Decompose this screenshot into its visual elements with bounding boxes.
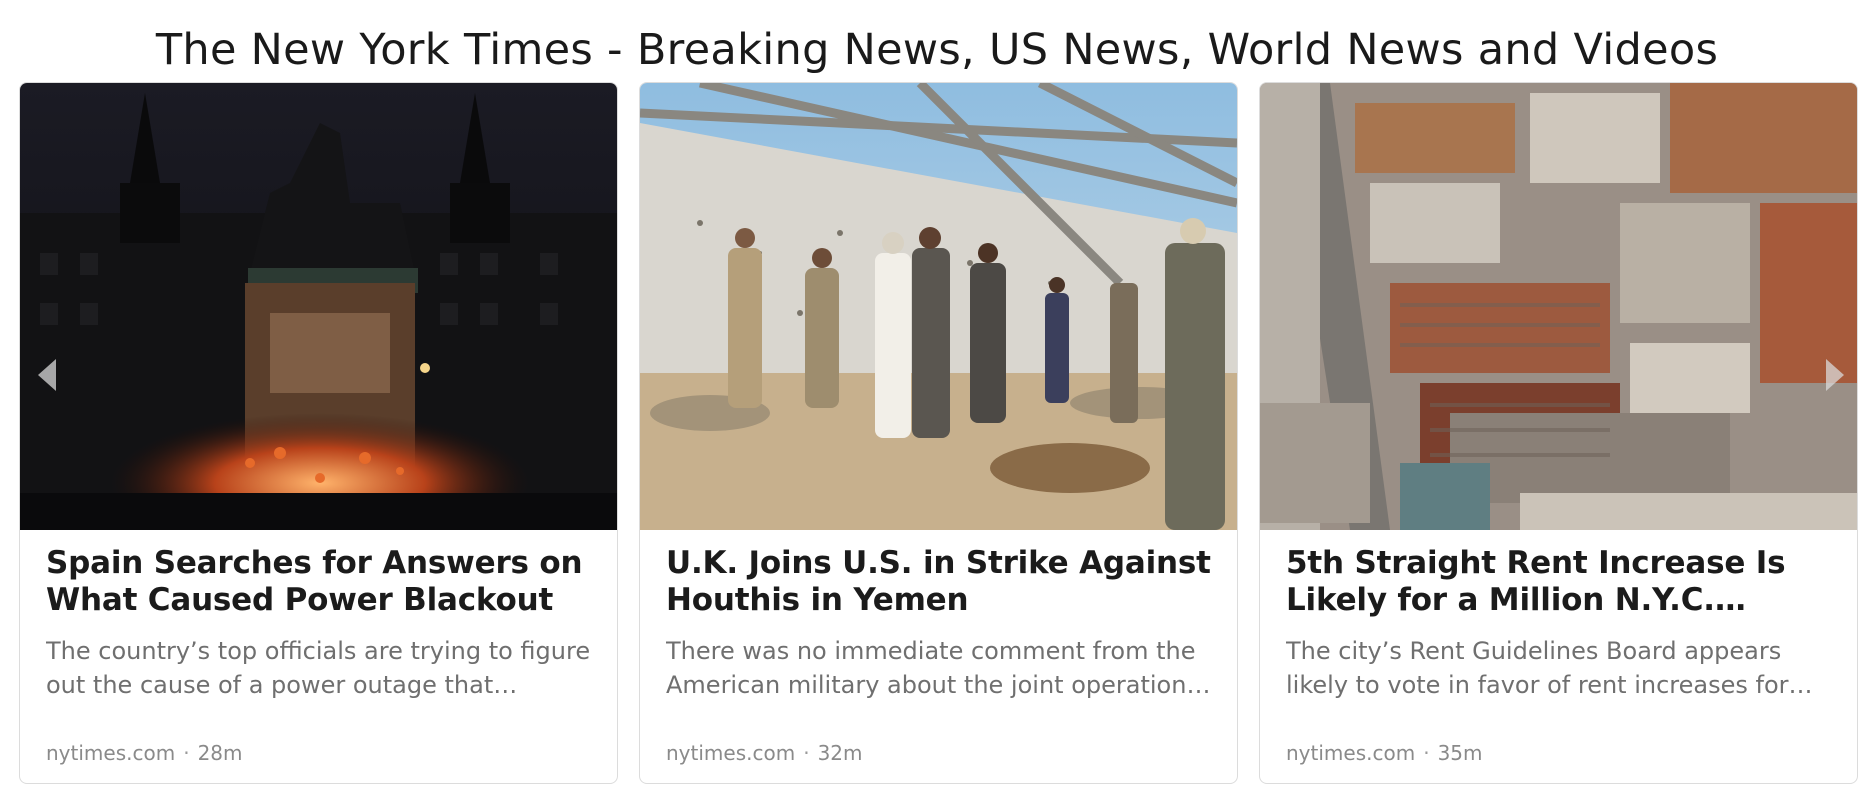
meta-separator: · bbox=[1423, 741, 1430, 765]
news-carousel: Spain Searches for Answers on What Cause… bbox=[19, 82, 1858, 784]
headline[interactable]: 5th Straight Rent Increase Is Likely for… bbox=[1286, 545, 1836, 619]
card-meta: nytimes.com · 35m bbox=[1286, 739, 1483, 767]
snippet: The city’s Rent Guidelines Board appears… bbox=[1286, 637, 1789, 699]
carousel-next-button[interactable] bbox=[1818, 355, 1852, 395]
meta-separator: · bbox=[183, 741, 190, 765]
card-meta: nytimes.com · 32m bbox=[666, 739, 863, 767]
headline[interactable]: Spain Searches for Answers on What Cause… bbox=[46, 545, 596, 619]
article-image-spain[interactable] bbox=[20, 83, 617, 530]
source-label: nytimes.com bbox=[46, 741, 176, 765]
age-label: 28m bbox=[197, 741, 243, 765]
bombed-building-image bbox=[640, 83, 1237, 530]
source-label: nytimes.com bbox=[1286, 741, 1416, 765]
chevron-right-icon bbox=[1826, 359, 1844, 391]
news-card-yemen-strike[interactable]: U.K. Joins U.S. in Strike Against Houthi… bbox=[639, 82, 1238, 784]
snippet: The country’s top officials are trying t… bbox=[46, 637, 591, 699]
card-body: U.K. Joins U.S. in Strike Against Houthi… bbox=[666, 545, 1216, 702]
night-plaza-image bbox=[20, 83, 617, 530]
article-image-yemen[interactable] bbox=[640, 83, 1237, 530]
article-image-nyc[interactable] bbox=[1260, 83, 1857, 530]
news-card-spain-blackout[interactable]: Spain Searches for Answers on What Cause… bbox=[19, 82, 618, 784]
age-label: 32m bbox=[817, 741, 863, 765]
news-card-nyc-rent[interactable]: 5th Straight Rent Increase Is Likely for… bbox=[1259, 82, 1858, 784]
city-aerial-image bbox=[1260, 83, 1857, 530]
card-body: 5th Straight Rent Increase Is Likely for… bbox=[1286, 545, 1836, 702]
age-label: 35m bbox=[1437, 741, 1483, 765]
card-body: Spain Searches for Answers on What Cause… bbox=[46, 545, 596, 702]
card-meta: nytimes.com · 28m bbox=[46, 739, 243, 767]
headline[interactable]: U.K. Joins U.S. in Strike Against Houthi… bbox=[666, 545, 1216, 619]
snippet: There was no immediate comment from the … bbox=[666, 637, 1196, 699]
page-title: The New York Times - Breaking News, US N… bbox=[155, 25, 1719, 75]
chevron-left-icon bbox=[38, 359, 56, 391]
meta-separator: · bbox=[803, 741, 810, 765]
carousel-prev-button[interactable] bbox=[30, 355, 64, 395]
source-label: nytimes.com bbox=[666, 741, 796, 765]
